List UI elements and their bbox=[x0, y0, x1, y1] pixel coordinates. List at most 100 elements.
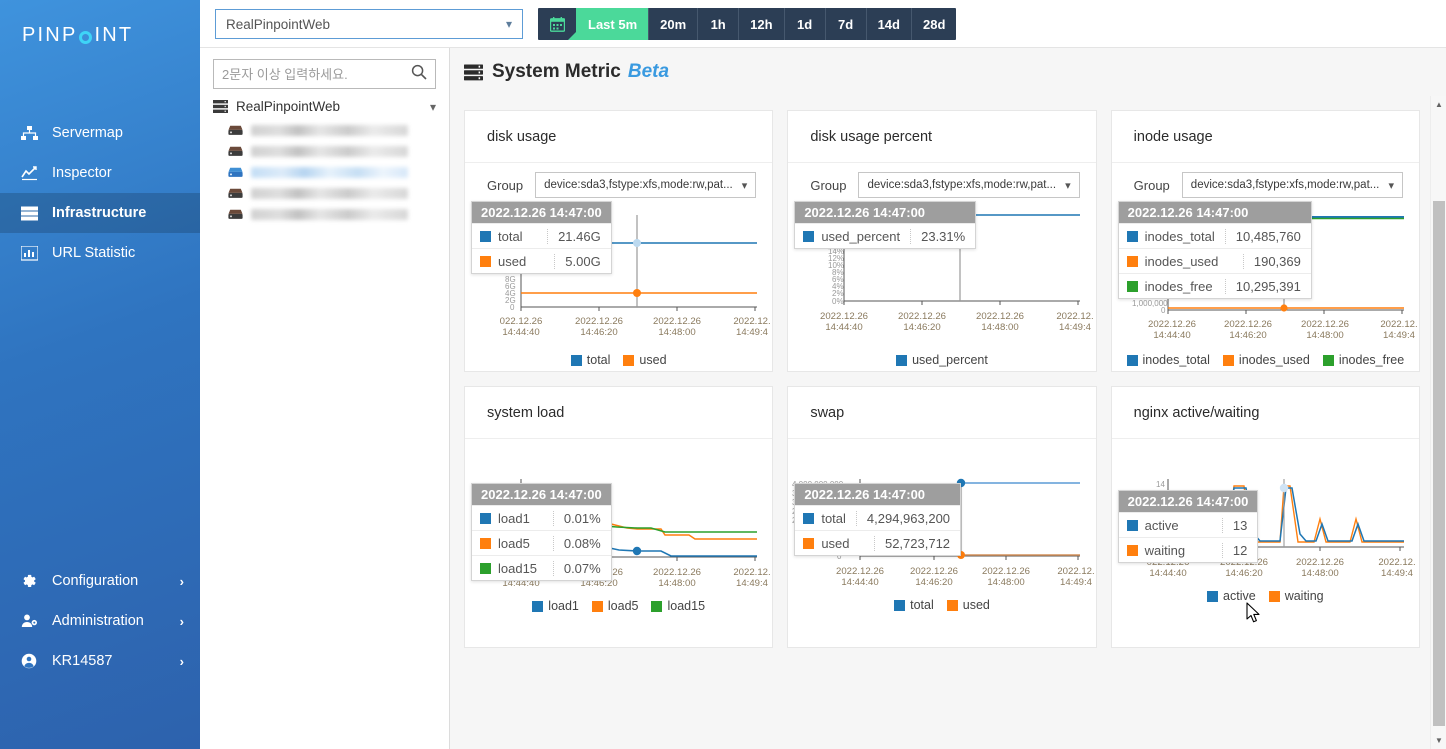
metric-card-swap: swap 4,000,000,0003,500,000,0003,000,000… bbox=[787, 386, 1097, 649]
application-select-value: RealPinpointWeb bbox=[226, 16, 331, 32]
tooltip-series-name: used bbox=[821, 535, 850, 551]
legend-item[interactable]: load1 bbox=[532, 599, 579, 613]
server-search-box[interactable] bbox=[213, 59, 436, 89]
group-select[interactable]: device:sda3,fstype:xfs,mode:rw,pat... ▾ bbox=[858, 172, 1080, 198]
tooltip-row: waiting 12 bbox=[1118, 537, 1258, 562]
sidebar-item-servermap[interactable]: Servermap bbox=[0, 113, 200, 153]
svg-text:14:49:4: 14:49:4 bbox=[736, 327, 769, 338]
legend-item[interactable]: inodes_used bbox=[1222, 353, 1310, 367]
chevron-down-icon: ▾ bbox=[741, 179, 748, 192]
chevron-down-icon: ▾ bbox=[505, 17, 512, 31]
metric-card-grid: 100%80%60%40%20%0% 2022.12.2614:44:40 bbox=[464, 96, 1420, 648]
time-range-1d[interactable]: 1d bbox=[783, 8, 825, 40]
list-item[interactable] bbox=[200, 120, 449, 141]
caret-up-icon[interactable]: ▲ bbox=[1431, 96, 1446, 113]
time-range-last-5m[interactable]: Last 5m bbox=[576, 8, 649, 40]
caret-down-icon[interactable]: ▼ bbox=[1431, 732, 1446, 749]
server-name-masked bbox=[251, 167, 408, 178]
legend-item[interactable]: inodes_free bbox=[1322, 353, 1404, 367]
search-input[interactable] bbox=[222, 66, 411, 82]
list-item[interactable] bbox=[200, 204, 449, 225]
brand-name-part1: PINP bbox=[22, 24, 78, 46]
sidebar-item-url-statistic[interactable]: URL Statistic bbox=[0, 233, 200, 273]
disk-usage-legend: total used bbox=[465, 351, 772, 367]
tooltip-row: inodes_free 10,295,391 bbox=[1118, 273, 1311, 298]
time-range-12h[interactable]: 12h bbox=[738, 8, 783, 40]
legend-label: active bbox=[1223, 589, 1256, 603]
legend-label: total bbox=[586, 353, 611, 367]
legend-item[interactable]: used bbox=[623, 353, 667, 367]
time-range-28d[interactable]: 28d bbox=[910, 8, 956, 40]
tooltip-series-value: 12 bbox=[1221, 542, 1257, 558]
time-range-7d[interactable]: 7d bbox=[824, 8, 866, 40]
chevron-down-icon[interactable]: ▾ bbox=[430, 100, 436, 114]
sidebar-item-label: Administration bbox=[52, 613, 144, 629]
vertical-scrollbar[interactable]: ▲ ▼ bbox=[1430, 96, 1446, 749]
sidebar-item-administration[interactable]: Administration › bbox=[0, 601, 200, 641]
group-select[interactable]: device:sda3,fstype:xfs,mode:rw,pat... ▾ bbox=[1181, 172, 1403, 198]
svg-text:2022.12.26: 2022.12.26 bbox=[575, 316, 623, 327]
svg-text:14:46:20: 14:46:20 bbox=[580, 327, 617, 338]
legend-label: load5 bbox=[607, 599, 639, 613]
legend-item[interactable]: inodes_total bbox=[1126, 353, 1210, 367]
server-list bbox=[200, 120, 449, 225]
tooltip-series-name: inodes_total bbox=[1144, 228, 1215, 244]
swap-plot: 4,000,000,0003,500,000,0003,000,000,000 … bbox=[788, 439, 1095, 649]
legend-label: total bbox=[910, 598, 934, 612]
svg-text:2022.12.: 2022.12. bbox=[733, 316, 770, 327]
time-range-selector: Last 5m 20m 1h 12h 1d 7d 14d 28d bbox=[538, 8, 957, 40]
tooltip-series-value: 21.46G bbox=[547, 228, 611, 244]
tooltip-series-value: 23.31% bbox=[910, 228, 975, 244]
svg-text:2022.12.: 2022.12. bbox=[733, 567, 770, 578]
legend-label: load1 bbox=[548, 599, 579, 613]
list-item-selected[interactable] bbox=[200, 162, 449, 183]
legend-item[interactable]: load5 bbox=[591, 599, 639, 613]
tooltip-time: 2022.12.26 14:47:00 bbox=[472, 484, 611, 505]
chevron-down-icon: ▾ bbox=[1065, 179, 1071, 192]
group-select[interactable]: device:sda3,fstype:xfs,mode:rw,pat... ▾ bbox=[535, 172, 757, 198]
chart-tooltip: 2022.12.26 14:47:00 total 21.46G used 5.… bbox=[471, 201, 612, 274]
svg-text:2022.12.26: 2022.12.26 bbox=[910, 566, 958, 577]
disk-usage-percent-legend: used_percent bbox=[788, 351, 1095, 367]
server-group-header[interactable]: RealPinpointWeb ▾ bbox=[200, 89, 449, 120]
group-label: Group bbox=[1133, 177, 1170, 193]
legend-item[interactable]: total bbox=[570, 353, 611, 367]
time-range-1h[interactable]: 1h bbox=[697, 8, 738, 40]
legend-item[interactable]: waiting bbox=[1268, 589, 1324, 603]
legend-label: load15 bbox=[667, 599, 706, 613]
legend-item[interactable]: used bbox=[946, 598, 990, 612]
tooltip-series-name: total bbox=[498, 228, 523, 244]
legend-item[interactable]: active bbox=[1207, 589, 1256, 603]
legend-label: used_percent bbox=[912, 353, 988, 367]
search-icon[interactable] bbox=[411, 64, 427, 85]
legend-item[interactable]: total bbox=[894, 598, 934, 612]
brand-logo[interactable]: PINP INT bbox=[0, 0, 200, 47]
sidebar-item-configuration[interactable]: Configuration › bbox=[0, 561, 200, 601]
svg-text:14:44:40: 14:44:40 bbox=[502, 327, 539, 338]
tooltip-row: used 5.00G bbox=[472, 248, 611, 273]
legend-item[interactable]: used_percent bbox=[896, 353, 988, 367]
page-beta-badge: Beta bbox=[627, 61, 670, 82]
list-item[interactable] bbox=[200, 141, 449, 162]
nginx-active-waiting-plot: 1412108 6420 022.12.2614:44:40 bbox=[1112, 439, 1419, 649]
list-item[interactable] bbox=[200, 183, 449, 204]
tooltip-series-name: inodes_used bbox=[1144, 253, 1219, 269]
chevron-right-icon: › bbox=[179, 653, 184, 669]
legend-item[interactable]: load15 bbox=[651, 599, 705, 613]
svg-text:2022.12.26: 2022.12.26 bbox=[1148, 319, 1196, 330]
legend-label: inodes_total bbox=[1142, 353, 1210, 367]
sidebar-item-user-account[interactable]: KR14587 › bbox=[0, 641, 200, 681]
sidebar-item-infrastructure[interactable]: Infrastructure bbox=[0, 193, 200, 233]
sidebar-item-inspector[interactable]: Inspector bbox=[0, 153, 200, 193]
time-range-14d[interactable]: 14d bbox=[865, 8, 911, 40]
chart-tooltip: 2022.12.26 14:47:00 load1 0.01% load5 0.… bbox=[471, 483, 612, 581]
pinpoint-app: PINP INT Servermap Inspector Infrastructu… bbox=[0, 0, 1446, 749]
scrollbar-thumb[interactable] bbox=[1433, 201, 1445, 726]
svg-text:14:48:00: 14:48:00 bbox=[1301, 568, 1338, 579]
svg-text:14:49:4: 14:49:4 bbox=[1381, 568, 1414, 579]
tooltip-time: 2022.12.26 14:47:00 bbox=[472, 202, 611, 223]
calendar-icon[interactable] bbox=[538, 8, 576, 40]
time-range-20m[interactable]: 20m bbox=[648, 8, 697, 40]
application-select[interactable]: RealPinpointWeb ▾ bbox=[215, 9, 523, 39]
svg-text:2022.12.26: 2022.12.26 bbox=[653, 316, 701, 327]
